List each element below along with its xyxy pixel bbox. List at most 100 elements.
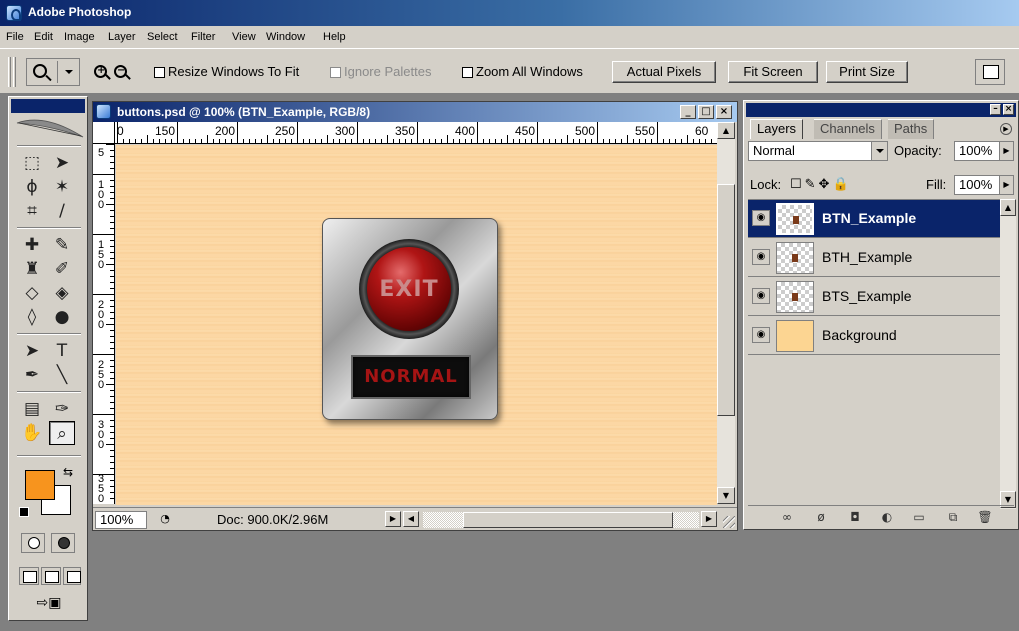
- notes-tool-icon[interactable]: ▤: [19, 397, 45, 421]
- lock-icons[interactable]: ☐✎✥🔒: [790, 177, 852, 192]
- eye-icon[interactable]: ◉: [752, 249, 770, 265]
- eyedropper-tool-icon[interactable]: ✑: [49, 397, 75, 421]
- menu-edit[interactable]: Edit: [34, 31, 53, 43]
- close-button[interactable]: ×: [716, 105, 732, 119]
- horizontal-scrollbar[interactable]: [423, 512, 699, 528]
- full-screen-menu-mode-icon[interactable]: [41, 567, 61, 585]
- ruler-origin[interactable]: [93, 122, 115, 144]
- default-colors-icon[interactable]: [19, 507, 29, 517]
- menu-window[interactable]: Window: [266, 31, 305, 43]
- scroll-down-arrow[interactable]: ▼: [717, 487, 735, 504]
- slice-tool-icon[interactable]: ∕: [49, 199, 75, 223]
- maximize-button[interactable]: □: [698, 105, 714, 119]
- eraser-tool-icon[interactable]: ◇: [19, 281, 45, 305]
- full-screen-mode-icon[interactable]: [63, 567, 81, 585]
- foreground-color-swatch[interactable]: [25, 470, 55, 500]
- swap-colors-icon[interactable]: ⇆: [63, 465, 73, 479]
- opacity-field[interactable]: 100% ▶: [954, 141, 1014, 161]
- status-menu-icon[interactable]: ◔: [155, 511, 175, 527]
- status-info-menu-arrow[interactable]: ▶: [385, 511, 401, 527]
- palette-close-button[interactable]: ×: [1003, 104, 1014, 115]
- scroll-right-arrow[interactable]: ▶: [701, 511, 717, 527]
- jump-to-imageready-icon[interactable]: ⇨▣: [27, 595, 71, 615]
- menu-filter[interactable]: Filter: [191, 31, 215, 43]
- vertical-ruler[interactable]: 5 1 0 0 1 5 0 2 0 0 2 5 0 3 0 0 3 5 0: [93, 144, 115, 504]
- magic-wand-tool-icon[interactable]: ✶: [49, 175, 75, 199]
- menu-view[interactable]: View: [232, 31, 256, 43]
- path-selection-tool-icon[interactable]: ➤: [19, 339, 45, 363]
- healing-brush-tool-icon[interactable]: ✚: [19, 233, 45, 257]
- minimize-button[interactable]: _: [680, 105, 696, 119]
- scroll-up-arrow[interactable]: ▲: [717, 122, 735, 139]
- zoom-all-windows-checkbox[interactable]: Zoom All Windows: [462, 64, 583, 80]
- vertical-scroll-thumb[interactable]: [717, 184, 735, 416]
- layers-scrollbar[interactable]: ▲ ▼: [1000, 199, 1016, 509]
- tab-layers[interactable]: Layers: [750, 119, 804, 139]
- tab-channels[interactable]: Channels: [814, 119, 882, 139]
- layer-row[interactable]: ◉ Background: [748, 317, 1000, 355]
- palette-header[interactable]: – ×: [746, 103, 1016, 117]
- menu-help[interactable]: Help: [323, 31, 346, 43]
- menu-layer[interactable]: Layer: [108, 31, 136, 43]
- new-layer-icon[interactable]: ⧉: [944, 509, 962, 525]
- tab-paths[interactable]: Paths: [888, 119, 935, 139]
- horizontal-ruler[interactable]: 0 150 200 250 300 350 400 450 500 550 60: [115, 122, 717, 144]
- chevron-down-icon[interactable]: [871, 142, 887, 160]
- vertical-scrollbar[interactable]: ▲ ▼: [717, 122, 735, 504]
- dodge-tool-icon[interactable]: ●: [49, 305, 75, 329]
- paint-bucket-tool-icon[interactable]: ◈: [49, 281, 75, 305]
- eye-icon[interactable]: ◉: [752, 327, 770, 343]
- quick-mask-mode-icon[interactable]: [51, 533, 75, 553]
- link-icon[interactable]: ∞: [778, 509, 796, 525]
- palette-well-icon[interactable]: [975, 59, 1005, 85]
- resize-windows-checkbox[interactable]: Resize Windows To Fit: [154, 64, 299, 80]
- mask-icon[interactable]: ◘: [846, 509, 864, 525]
- zoom-level-field[interactable]: 100%: [95, 511, 147, 529]
- pen-tool-icon[interactable]: ✒: [19, 363, 45, 387]
- line-tool-icon[interactable]: ╲: [49, 363, 75, 387]
- layer-style-icon[interactable]: ø: [812, 509, 830, 525]
- fit-screen-button[interactable]: Fit Screen: [728, 61, 818, 83]
- type-tool-icon[interactable]: T: [49, 339, 75, 363]
- standard-screen-mode-icon[interactable]: [19, 567, 39, 585]
- standard-mode-icon[interactable]: [21, 533, 45, 553]
- palette-minimize-button[interactable]: –: [990, 104, 1001, 115]
- fill-field[interactable]: 100% ▶: [954, 175, 1014, 195]
- horizontal-scroll-thumb[interactable]: [463, 512, 673, 528]
- history-brush-tool-icon[interactable]: ✐: [49, 257, 75, 281]
- menu-file[interactable]: File: [6, 31, 24, 43]
- eye-icon[interactable]: ◉: [752, 210, 770, 226]
- tool-preset-picker[interactable]: [26, 58, 80, 86]
- feather-logo-icon[interactable]: [15, 115, 85, 141]
- layer-row[interactable]: ◉ BTS_Example: [748, 278, 1000, 316]
- lasso-tool-icon[interactable]: ϕ: [19, 175, 45, 199]
- ignore-palettes-checkbox[interactable]: Ignore Palettes: [330, 64, 431, 80]
- menu-select[interactable]: Select: [147, 31, 178, 43]
- fill-slider-arrow[interactable]: ▶: [999, 176, 1013, 194]
- layer-row[interactable]: ◉ BTH_Example: [748, 239, 1000, 277]
- brush-tool-icon[interactable]: ✎: [49, 233, 75, 257]
- opacity-slider-arrow[interactable]: ▶: [999, 142, 1013, 160]
- blur-tool-icon[interactable]: ◊: [19, 305, 45, 329]
- marquee-tool-icon[interactable]: ⬚: [19, 151, 45, 175]
- document-title-bar[interactable]: buttons.psd @ 100% (BTN_Example, RGB/8) …: [93, 102, 737, 122]
- eye-icon[interactable]: ◉: [752, 288, 770, 304]
- zoom-tool-icon[interactable]: ⌕: [49, 421, 75, 445]
- crop-tool-icon[interactable]: ⌗: [19, 199, 45, 223]
- move-tool-icon[interactable]: ➤: [49, 151, 75, 175]
- blend-mode-select[interactable]: Normal: [748, 141, 888, 161]
- zoom-in-icon[interactable]: +: [94, 65, 107, 78]
- scroll-up-arrow[interactable]: ▲: [1000, 199, 1016, 216]
- new-group-icon[interactable]: ▭: [910, 509, 928, 525]
- resize-grip[interactable]: [723, 516, 735, 528]
- toolbox-header[interactable]: [11, 99, 85, 113]
- adjustment-layer-icon[interactable]: ◐: [878, 509, 896, 525]
- options-bar-grip[interactable]: [8, 57, 11, 87]
- menu-image[interactable]: Image: [64, 31, 95, 43]
- actual-pixels-button[interactable]: Actual Pixels: [612, 61, 716, 83]
- trash-icon[interactable]: 🗑: [976, 509, 994, 525]
- image-canvas[interactable]: EXIT NORMAL: [116, 145, 717, 505]
- hand-tool-icon[interactable]: ✋: [19, 421, 45, 445]
- palette-menu-icon[interactable]: ▶: [1000, 123, 1012, 135]
- scroll-left-arrow[interactable]: ◀: [403, 511, 419, 527]
